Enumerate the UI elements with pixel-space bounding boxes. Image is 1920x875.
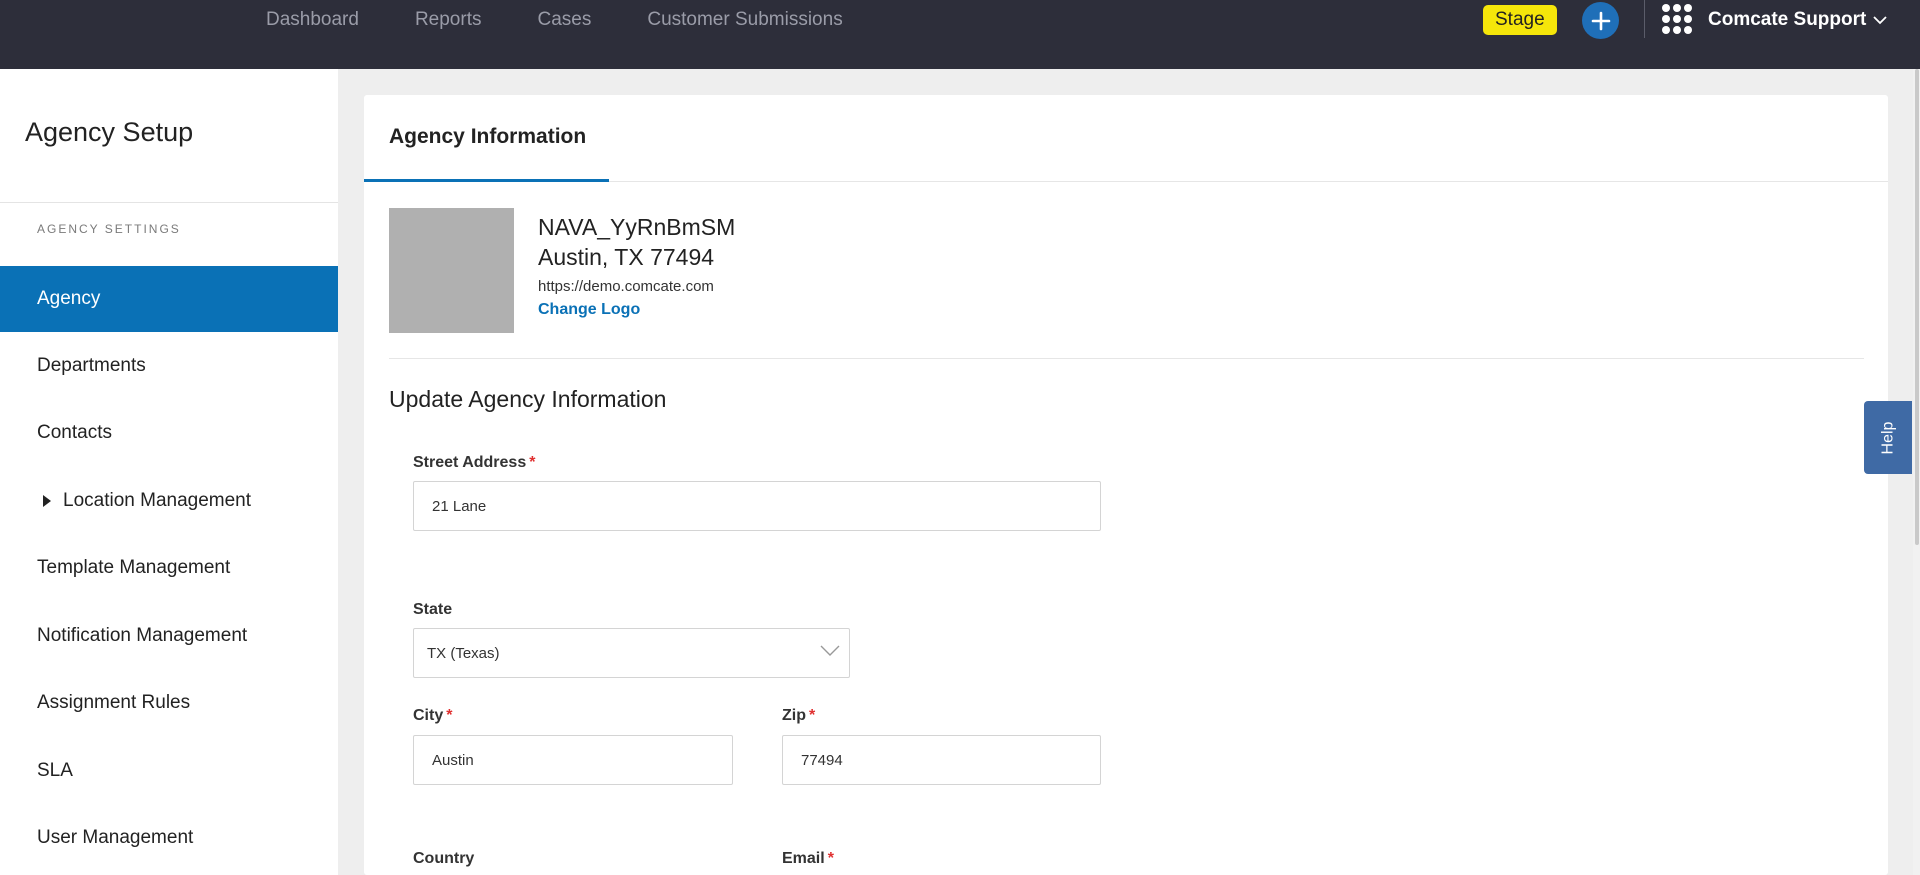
tab-agency-information[interactable]: Agency Information: [364, 95, 609, 182]
state-label-text: State: [413, 601, 453, 618]
state-label: State: [413, 601, 452, 619]
nav-link-dashboard[interactable]: Dashboard: [266, 9, 359, 31]
sidebar: Agency Setup AGENCY SETTINGS Agency Depa…: [0, 69, 338, 875]
required-marker: *: [827, 850, 834, 867]
sidebar-item-template-management[interactable]: Template Management: [0, 535, 338, 601]
form-title: Update Agency Information: [389, 386, 667, 412]
agency-name: NAVA_YyRnBmSM: [538, 214, 736, 240]
street-address-input[interactable]: [413, 481, 1101, 531]
app-grid-icon[interactable]: [1661, 3, 1693, 35]
email-label-text: Email: [782, 850, 825, 867]
main-panel: Agency Information NAVA_YyRnBmSM Austin,…: [364, 95, 1888, 875]
plus-icon: [1591, 11, 1610, 30]
nav-link-reports[interactable]: Reports: [415, 9, 482, 31]
sidebar-item-label: Agency: [37, 288, 101, 309]
chevron-down-icon: [1873, 16, 1887, 25]
city-label-text: City: [413, 707, 444, 724]
sidebar-item-label: Departments: [37, 355, 146, 376]
state-select[interactable]: TX (Texas): [413, 628, 850, 678]
sidebar-item-label: User Management: [37, 827, 194, 848]
sidebar-divider: [0, 202, 338, 203]
state-selected-value: TX (Texas): [427, 644, 500, 662]
zip-input[interactable]: [782, 735, 1101, 785]
sidebar-item-label: SLA: [37, 760, 73, 781]
agency-location: Austin, TX 77494: [538, 244, 715, 270]
help-button[interactable]: Help: [1864, 401, 1912, 474]
nav-link-cases[interactable]: Cases: [537, 9, 591, 31]
sidebar-item-label: Notification Management: [37, 625, 248, 646]
sidebar-title: Agency Setup: [25, 117, 194, 147]
change-logo-link[interactable]: Change Logo: [538, 301, 640, 319]
zip-label: Zip *: [782, 707, 815, 725]
chevron-down-icon: [820, 645, 840, 656]
sidebar-item-label: Assignment Rules: [37, 692, 191, 713]
tab-bar: Agency Information: [364, 95, 1888, 182]
sidebar-item-user-management[interactable]: User Management: [0, 805, 338, 871]
sidebar-item-label: Contacts: [37, 422, 112, 443]
top-bar-divider: [1644, 0, 1645, 38]
city-label: City *: [413, 707, 452, 725]
street-address-label-text: Street Address: [413, 454, 527, 471]
city-input[interactable]: [413, 735, 733, 785]
required-marker: *: [809, 707, 816, 724]
sidebar-item-sla[interactable]: SLA: [0, 738, 338, 804]
sidebar-item-notification-management[interactable]: Notification Management: [0, 603, 338, 669]
sidebar-item-label: Location Management: [63, 490, 252, 511]
sidebar-item-assignment-rules[interactable]: Assignment Rules: [0, 670, 338, 736]
street-address-label: Street Address *: [413, 454, 535, 472]
sidebar-item-label: Template Management: [37, 557, 231, 578]
scrollbar-thumb[interactable]: [1915, 69, 1919, 545]
sidebar-item-agency[interactable]: Agency: [0, 266, 338, 332]
account-menu[interactable]: Comcate Support: [1708, 0, 1888, 40]
country-label: Country: [413, 850, 474, 868]
help-label: Help: [1879, 421, 1896, 454]
sidebar-item-location-management[interactable]: Location Management: [0, 468, 338, 534]
zip-label-text: Zip: [782, 707, 806, 724]
account-name: Comcate Support: [1708, 9, 1867, 30]
required-marker: *: [529, 454, 536, 471]
email-label: Email *: [782, 850, 834, 868]
sidebar-item-contacts[interactable]: Contacts: [0, 400, 338, 466]
nav-link-customer-submissions[interactable]: Customer Submissions: [647, 9, 842, 31]
top-nav: Dashboard Reports Cases Customer Submiss…: [266, 0, 899, 40]
agency-logo: [389, 208, 514, 333]
sidebar-section-label: AGENCY SETTINGS: [37, 222, 181, 236]
add-button[interactable]: [1582, 2, 1619, 39]
agency-url: https://demo.comcate.com: [538, 278, 714, 295]
top-navigation-bar: Dashboard Reports Cases Customer Submiss…: [0, 0, 1920, 69]
environment-badge: Stage: [1483, 5, 1557, 35]
sidebar-item-departments[interactable]: Departments: [0, 333, 338, 399]
caret-right-icon: [43, 495, 51, 507]
required-marker: *: [446, 707, 453, 724]
country-label-text: Country: [413, 850, 475, 867]
section-divider: [389, 358, 1864, 359]
